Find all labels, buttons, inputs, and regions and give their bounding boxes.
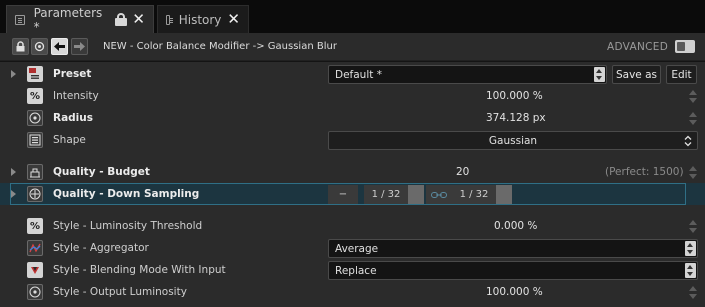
downsample-icon [27,186,43,202]
link-toggle[interactable] [426,185,452,204]
preset-label: Preset [53,68,92,80]
edit-button[interactable]: Edit [666,65,697,84]
save-as-button[interactable]: Save as [612,65,661,84]
shape-label: Shape [53,134,86,146]
row-shape: Shape Gaussian [0,129,705,151]
dial-icon [27,110,43,126]
back-button[interactable] [51,38,68,55]
expand-arrow-icon[interactable] [11,190,16,198]
slider-handle[interactable] [496,185,512,204]
tab-bar: Parameters * ✕ History ✕ [0,0,705,34]
percent-icon: % [27,218,43,234]
forward-button[interactable] [71,38,88,55]
spin-arrows-icon[interactable] [689,219,697,234]
tab-parameters[interactable]: Parameters * ✕ [6,5,154,34]
toolbar: NEW - Color Balance Modifier -> Gaussian… [0,33,705,61]
quality-down-sampling-label: Quality - Down Sampling [53,188,200,200]
arrow-right-icon [74,42,85,51]
breadcrumb: NEW - Color Balance Modifier -> Gaussian… [103,41,337,52]
preset-select[interactable]: Default * [328,65,607,84]
tab-history-label: History [178,12,222,27]
aggregator-icon [27,240,43,256]
advanced-label: ADVANCED [607,41,669,53]
node-icon [34,41,45,52]
radius-label: Radius [53,112,94,124]
close-icon[interactable]: ✕ [132,12,145,27]
close-icon[interactable]: ✕ [227,12,240,27]
row-blending-mode: Style - Blending Mode With Input Replace [0,259,705,281]
list-icon [27,132,43,148]
lock-icon [16,41,25,52]
expand-arrow-icon[interactable] [11,70,16,78]
luminosity-threshold-label: Style - Luminosity Threshold [53,220,203,232]
spin-arrows-icon[interactable] [685,263,696,278]
spin-arrows-icon[interactable] [685,241,696,256]
down-sampling-y-field[interactable]: 1 / 32 [452,185,496,204]
aggregator-value: Average [335,243,379,255]
shape-value: Gaussian [488,135,538,147]
blending-mode-label: Style - Blending Mode With Input [53,264,226,276]
tab-parameters-label: Parameters * [33,5,103,34]
radius-value[interactable]: 374.128 px [486,112,546,124]
quality-budget-label: Quality - Budget [53,166,150,178]
blending-mode-value: Replace [335,265,377,277]
aggregator-label: Style - Aggregator [53,242,149,254]
dial-icon [27,284,43,300]
output-luminosity-value[interactable]: 100.000 % [486,286,543,298]
arrow-left-icon [54,42,65,51]
row-output-luminosity: Style - Output Luminosity 100.000 % [0,281,705,303]
row-radius: Radius 374.128 px [0,107,705,129]
percent-icon: % [27,88,43,104]
tab-history[interactable]: History ✕ [157,5,249,33]
row-intensity: % Intensity 100.000 % [0,85,705,107]
spin-arrows-icon[interactable] [689,89,697,104]
output-luminosity-label: Style - Output Luminosity [53,286,187,298]
parameters-panel: Preset Default * Save as Edit % Intensit… [0,62,705,307]
lock-button[interactable] [12,38,29,55]
quality-budget-value[interactable]: 20 [456,166,469,178]
shape-dropdown[interactable]: Gaussian [328,131,698,150]
row-aggregator: Style - Aggregator Average [0,237,705,259]
node-link-button[interactable] [31,38,48,55]
panel-icon [15,14,25,25]
blend-icon [27,262,43,278]
row-luminosity-threshold: % Style - Luminosity Threshold 0.000 % [0,215,705,237]
luminosity-threshold-value[interactable]: 0.000 % [494,220,537,232]
spin-arrows-icon[interactable] [689,111,697,126]
lock-icon[interactable] [115,13,128,26]
intensity-label: Intensity [53,90,99,102]
chain-link-icon [431,191,447,198]
slider-handle[interactable] [408,185,424,204]
row-quality-down-sampling[interactable]: Quality - Down Sampling − 1 / 32 1 / 32 [0,183,705,205]
expand-arrow-icon[interactable] [11,168,16,176]
down-sampling-x-field[interactable]: 1 / 32 [364,185,408,204]
intensity-value[interactable]: 100.000 % [486,90,543,102]
blending-mode-select[interactable]: Replace [328,261,698,280]
spin-arrows-icon[interactable] [689,285,697,300]
spin-arrows-icon[interactable] [689,165,697,180]
quality-budget-hint: (Perfect: 1500) [605,166,684,178]
panel-icon [166,14,173,25]
minus-button[interactable]: − [328,185,358,204]
budget-icon [27,164,43,180]
row-preset: Preset Default * Save as Edit [0,63,705,85]
advanced-toggle[interactable] [675,40,695,53]
aggregator-select[interactable]: Average [328,239,698,258]
preset-value: Default * [335,69,382,81]
chevron-updown-icon [684,135,692,147]
row-quality-budget: Quality - Budget 20 (Perfect: 1500) [0,161,705,183]
spin-arrows-icon[interactable] [594,67,605,82]
preset-icon [27,66,43,82]
